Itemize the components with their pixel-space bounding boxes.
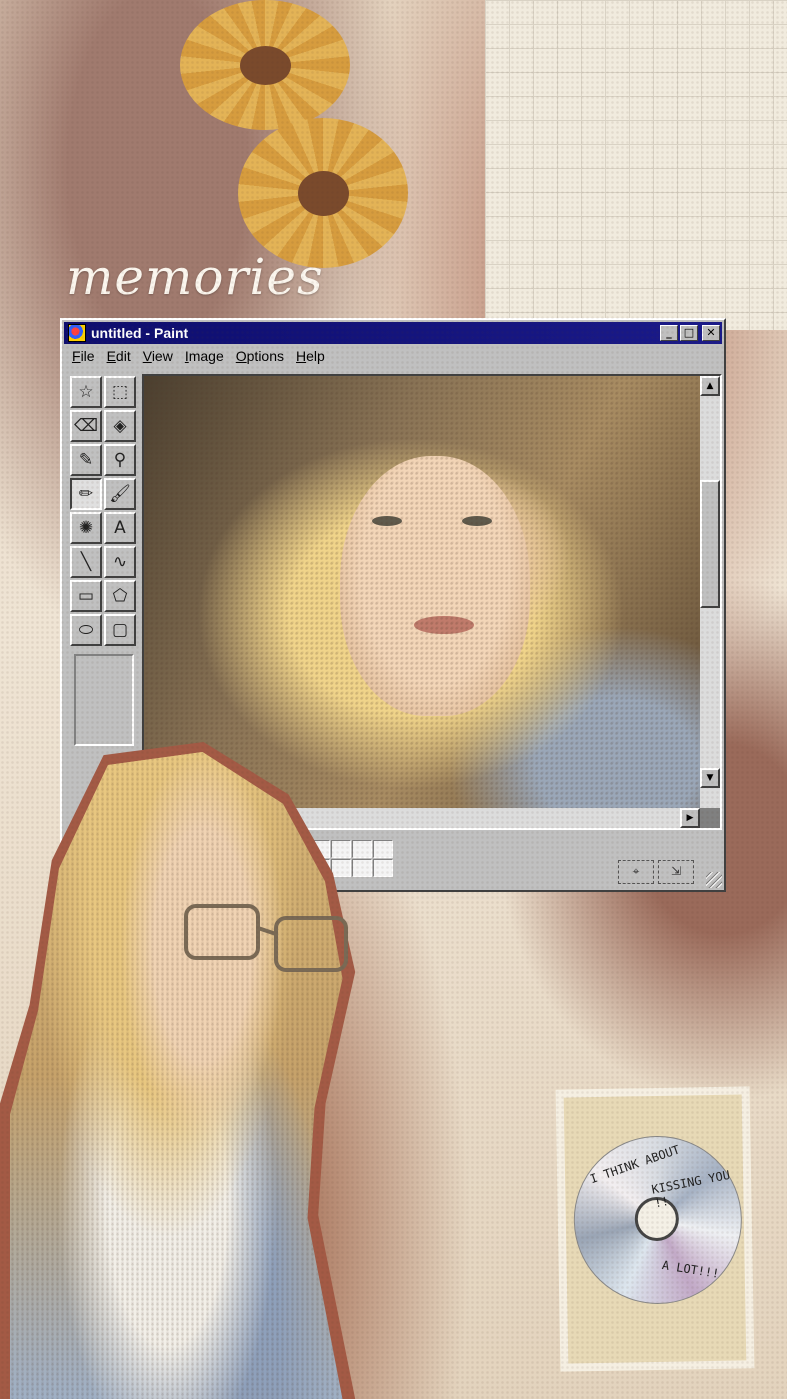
menu-file[interactable]: File [66,348,101,368]
text-icon[interactable]: A [104,512,136,544]
color-swatch[interactable] [331,840,351,858]
line-icon[interactable]: ╲ [70,546,102,578]
memories-title: memories [66,248,324,306]
eraser-icon[interactable]: ⌫ [70,410,102,442]
fill-bucket-icon[interactable]: ◈ [104,410,136,442]
portrait-face [340,456,530,716]
brush-icon[interactable]: 🖌 [104,478,136,510]
magnifier-icon[interactable]: ⚲ [104,444,136,476]
rect-select-icon[interactable]: ⬚ [104,376,136,408]
window-title: untitled - Paint [91,325,189,341]
paint-app-icon [68,324,86,342]
status-icons: ⌖ ⇲ [618,860,694,884]
cd-disc-icon: I THINK ABOUT KISSING YOU !! A LOT!!! [572,1134,744,1306]
maximize-button[interactable]: □ [680,325,698,341]
portrait-eye [372,516,402,526]
cd-polaroid: I THINK ABOUT KISSING YOU !! A LOT!!! [555,1086,755,1372]
color-swatch[interactable] [373,859,393,877]
color-swatch[interactable] [331,859,351,877]
color-swatch[interactable] [373,840,393,858]
cd-text-line2: KISSING YOU !! [650,1167,732,1211]
rectangle-icon[interactable]: ▭ [70,580,102,612]
scroll-thumb[interactable] [700,480,720,608]
menu-edit[interactable]: Edit [101,348,137,368]
pencil-icon[interactable]: ✏ [70,478,102,510]
color-swatch[interactable] [352,840,372,858]
resize-grip-icon[interactable] [706,872,722,888]
portrait-eye [462,516,492,526]
flower-decoration [238,118,408,268]
vertical-scrollbar[interactable]: ▲ ▼ [700,376,720,808]
portrait-lips [414,616,474,634]
free-select-icon[interactable]: ☆ [70,376,102,408]
menu-view[interactable]: View [137,348,179,368]
size-icon: ⇲ [658,860,694,884]
menu-help[interactable]: Help [290,348,331,368]
rounded-rect-icon[interactable]: ▢ [104,614,136,646]
close-button[interactable]: ✕ [702,325,720,341]
polygon-icon[interactable]: ⬠ [104,580,136,612]
canvas-photo[interactable] [144,376,700,808]
grid-paper-scrap [485,0,787,330]
position-icon: ⌖ [618,860,654,884]
minimize-button[interactable]: _ [660,325,678,341]
tool-options-panel[interactable] [74,654,134,746]
glasses-drawing [184,904,348,972]
toolbox: ☆ ⬚ ⌫ ◈ ✎ ⚲ ✏ 🖌 ✺ A ╲ ∿ ▭ ⬠ ⬭ ▢ [70,376,138,746]
scroll-up-button[interactable]: ▲ [700,376,720,396]
flower-decoration [180,0,350,130]
title-bar[interactable]: untitled - Paint _ □ ✕ [64,322,722,344]
scroll-down-button[interactable]: ▼ [700,768,720,788]
menu-options[interactable]: Options [230,348,290,368]
color-picker-icon[interactable]: ✎ [70,444,102,476]
menu-bar: File Edit View Image Options Help [66,348,331,368]
scroll-right-button[interactable]: ▶ [680,808,700,828]
airbrush-icon[interactable]: ✺ [70,512,102,544]
cd-text-line3: A LOT!!! [660,1257,721,1281]
menu-image[interactable]: Image [179,348,230,368]
ellipse-icon[interactable]: ⬭ [70,614,102,646]
color-swatch[interactable] [352,859,372,877]
curve-icon[interactable]: ∿ [104,546,136,578]
